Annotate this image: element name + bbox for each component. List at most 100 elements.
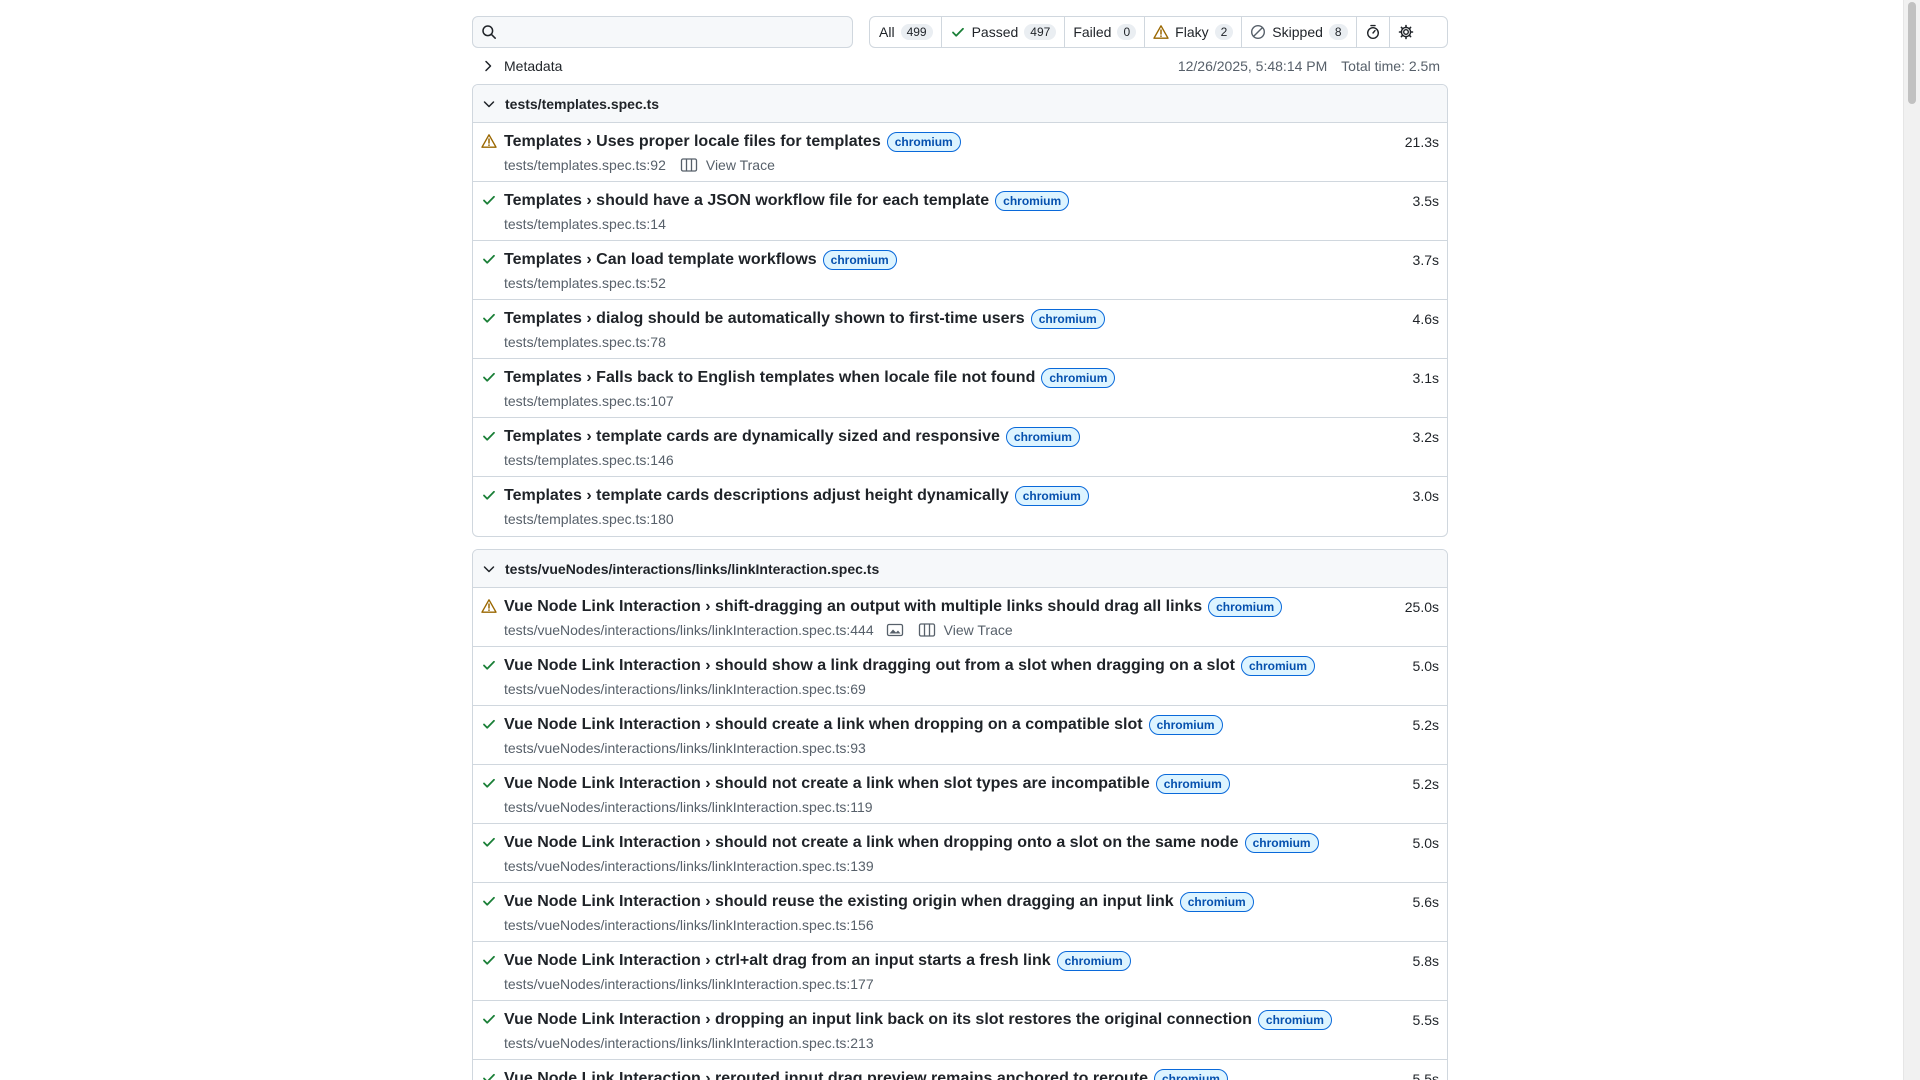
chevron-down-icon [483,565,495,572]
test-row[interactable]: Vue Node Link Interaction › ctrl+alt dra… [473,942,1447,1001]
test-duration: 25.0s [1404,599,1439,615]
test-title-row: Templates › template cards are dynamical… [504,427,1447,447]
test-duration: 3.7s [1412,252,1439,268]
test-location-row: tests/vueNodes/interactions/links/linkIn… [504,622,1447,638]
test-title-row: Vue Node Link Interaction › should not c… [504,774,1447,794]
test-duration: 5.2s [1412,717,1439,733]
scrollbar-thumb[interactable] [1908,2,1916,104]
view-trace-link[interactable]: View Trace [944,622,1013,638]
project-badge[interactable]: chromium [1148,715,1223,735]
check-icon [483,719,495,729]
test-duration: 3.2s [1412,429,1439,445]
test-title[interactable]: Vue Node Link Interaction › should show … [504,657,1235,675]
project-badge[interactable]: chromium [1014,486,1089,506]
test-title[interactable]: Vue Node Link Interaction › should reuse… [504,893,1174,911]
filter-all[interactable]: All 499 [870,17,942,47]
check-icon [951,27,964,37]
filter-flaky[interactable]: Flaky 2 [1145,17,1243,47]
test-row[interactable]: Vue Node Link Interaction › should not c… [473,765,1447,824]
filter-failed-label: Failed [1073,24,1112,40]
image-icon[interactable] [886,622,904,638]
file-name: tests/templates.spec.ts [505,95,660,112]
stopwatch-icon [1366,24,1379,40]
test-title[interactable]: Vue Node Link Interaction › ctrl+alt dra… [504,952,1051,970]
test-row[interactable]: Vue Node Link Interaction › shift-draggi… [473,588,1447,647]
test-duration: 3.5s [1412,193,1439,209]
project-badge[interactable]: chromium [1257,1010,1332,1030]
test-groups: tests/templates.spec.ts Templates › Uses … [472,84,1448,1080]
test-row[interactable]: Vue Node Link Interaction › should reuse… [473,883,1447,942]
test-row[interactable]: Vue Node Link Interaction › dropping an … [473,1001,1447,1060]
test-title[interactable]: Templates › dialog should be automatical… [504,310,1025,328]
test-title[interactable]: Vue Node Link Interaction › rerouted inp… [504,1070,1148,1080]
check-icon [483,660,495,670]
test-row[interactable]: Templates › template cards descriptions … [473,477,1447,536]
test-title[interactable]: Templates › Can load template workflows [504,251,817,269]
project-badge[interactable]: chromium [822,250,897,270]
test-duration: 3.1s [1412,370,1439,386]
project-badge[interactable]: chromium [1244,833,1319,853]
test-location: tests/templates.spec.ts:180 [504,511,674,527]
test-row[interactable]: Vue Node Link Interaction › should show … [473,647,1447,706]
test-location: tests/vueNodes/interactions/links/linkIn… [504,858,874,874]
file-group-header[interactable]: tests/templates.spec.ts [473,85,1447,123]
metadata-toggle[interactable]: Metadata [472,58,562,74]
project-badge[interactable]: chromium [1056,951,1131,971]
file-group-header[interactable]: tests/vueNodes/interactions/links/linkIn… [473,550,1447,588]
test-duration: 4.6s [1412,311,1439,327]
filter-skipped[interactable]: Skipped 8 [1242,17,1357,47]
test-title[interactable]: Vue Node Link Interaction › should creat… [504,716,1143,734]
test-title-row: Templates › template cards descriptions … [504,486,1447,506]
test-title[interactable]: Vue Node Link Interaction › shift-draggi… [504,598,1202,616]
test-title[interactable]: Templates › template cards descriptions … [504,487,1009,505]
page-scrollbar[interactable] [1903,0,1920,1080]
view-trace-link[interactable]: View Trace [706,157,775,173]
warning-icon [1153,25,1169,39]
test-title-row: Vue Node Link Interaction › should show … [504,656,1447,676]
project-badge[interactable]: chromium [1208,597,1283,617]
test-row[interactable]: Templates › Uses proper locale files for… [473,123,1447,182]
test-title-row: Templates › should have a JSON workflow … [504,191,1447,211]
project-badge[interactable]: chromium [1179,892,1254,912]
filter-all-count: 499 [900,24,933,40]
test-location: tests/templates.spec.ts:14 [504,216,666,232]
test-title[interactable]: Templates › Uses proper locale files for… [504,133,881,151]
project-badge[interactable]: chromium [1153,1069,1228,1080]
settings-button[interactable] [1390,17,1422,47]
project-badge[interactable]: chromium [1155,774,1230,794]
project-badge[interactable]: chromium [886,132,961,152]
trace-icon [680,158,698,172]
check-icon [483,955,495,965]
project-badge[interactable]: chromium [1241,656,1316,676]
test-row[interactable]: Templates › Falls back to English templa… [473,359,1447,418]
test-row[interactable]: Templates › dialog should be automatical… [473,300,1447,359]
filter-flaky-count: 2 [1214,24,1234,40]
test-location: tests/templates.spec.ts:78 [504,334,666,350]
test-title[interactable]: Templates › Falls back to English templa… [504,369,1035,387]
test-title[interactable]: Templates › should have a JSON workflow … [504,192,989,210]
test-row[interactable]: Templates › should have a JSON workflow … [473,182,1447,241]
check-icon [483,431,495,441]
test-title[interactable]: Vue Node Link Interaction › dropping an … [504,1011,1252,1029]
search-box[interactable] [472,16,853,48]
project-badge[interactable]: chromium [1041,368,1116,388]
test-title-row: Templates › Can load template workflows c… [504,250,1447,270]
filter-failed[interactable]: Failed 0 [1065,17,1146,47]
test-location-row: tests/templates.spec.ts:78 [504,334,1447,350]
test-row[interactable]: Vue Node Link Interaction › rerouted inp… [473,1060,1447,1080]
test-row[interactable]: Templates › Can load template workflows c… [473,241,1447,300]
filter-passed[interactable]: Passed 497 [942,17,1066,47]
filter-passed-count: 497 [1024,24,1057,40]
speedboard-button[interactable] [1357,17,1390,47]
test-row[interactable]: Vue Node Link Interaction › should not c… [473,824,1447,883]
test-title[interactable]: Templates › template cards are dynamical… [504,428,1000,446]
search-input[interactable] [497,17,852,47]
project-badge[interactable]: chromium [995,191,1070,211]
test-title[interactable]: Vue Node Link Interaction › should not c… [504,834,1239,852]
test-row[interactable]: Vue Node Link Interaction › should creat… [473,706,1447,765]
test-title[interactable]: Vue Node Link Interaction › should not c… [504,775,1150,793]
project-badge[interactable]: chromium [1030,309,1105,329]
test-location: tests/vueNodes/interactions/links/linkIn… [504,740,866,756]
project-badge[interactable]: chromium [1005,427,1080,447]
test-row[interactable]: Templates › template cards are dynamical… [473,418,1447,477]
